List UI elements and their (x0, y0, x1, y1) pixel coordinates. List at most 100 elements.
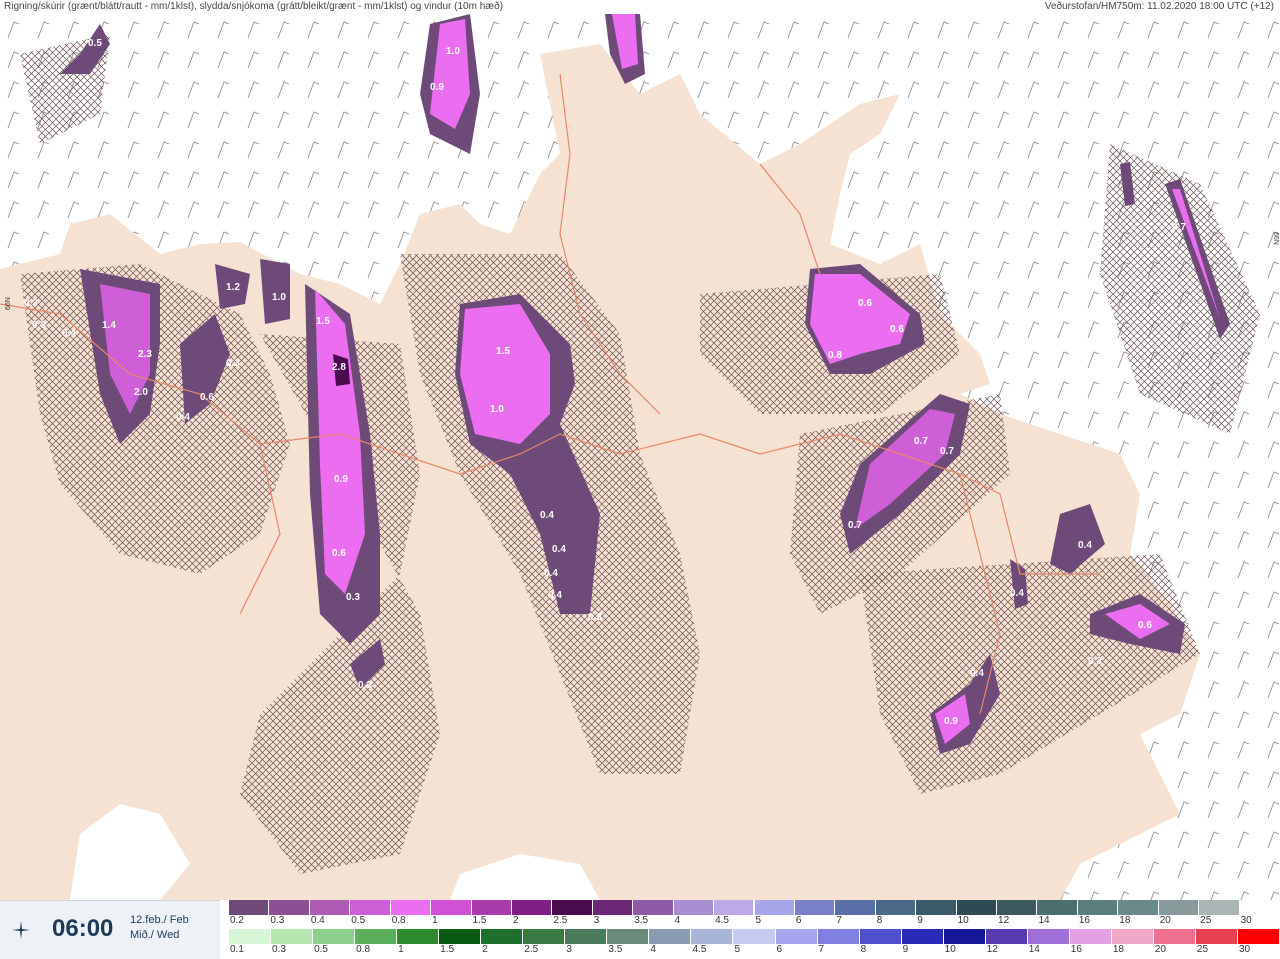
scale-label: 8 (860, 944, 867, 955)
value-label: 0.6 (890, 324, 904, 335)
value-label: 0.7 (940, 446, 954, 457)
scale-swatch (1077, 900, 1119, 915)
value-label: 1.0 (272, 292, 286, 303)
snow-colour-scale: 0.2 0.3 0.4 0.5 0.8 1 1.5 2 2.5 3 3.5 4 4.5 5 6 7 8 9 10 12… (229, 900, 1280, 928)
value-label: 0.4 (540, 510, 554, 521)
value-label: 0.3 (24, 298, 38, 309)
value-label: 0.4 (552, 544, 566, 555)
value-label: 0.7 (914, 436, 928, 447)
scale-swatch (511, 900, 553, 915)
value-label: 0.4 (1078, 540, 1092, 551)
scale-swatch (714, 900, 755, 915)
value-label: 0.3 (226, 358, 240, 369)
value-label: 0.4 (176, 412, 190, 423)
scale-label: 3.5 (608, 944, 623, 955)
value-label: 0.4 (970, 668, 984, 679)
scale-label: 2 (482, 944, 488, 955)
scale-swatch (229, 929, 272, 944)
scale-swatch (1239, 900, 1280, 915)
scale-swatch (1237, 929, 1280, 944)
time-panel: 06:00 12.feb./ Feb Mið./ Wed (0, 900, 220, 959)
scale-label: 25 (1196, 944, 1209, 955)
scale-swatch (817, 929, 860, 944)
scale-swatch (997, 900, 1038, 915)
scale-label: 2 (512, 915, 519, 926)
scale-swatch (943, 929, 986, 944)
scale-swatch (355, 929, 398, 944)
scale-label: 18 (1119, 915, 1131, 926)
scale-label: 6 (776, 944, 783, 955)
scale-swatch (390, 900, 432, 915)
weather-map: 0.5 1.0 0.9 0.3 0.3 0.4 1.4 2.3 2.0 1.2 … (0, 14, 1280, 900)
scale-swatch (794, 900, 836, 915)
legend-panel: 06:00 12.feb./ Feb Mið./ Wed 0.2 0.3 0.4 0.… (0, 900, 1280, 959)
scale-label: 0.4 (310, 915, 325, 926)
value-label: 0.7 (1172, 222, 1186, 233)
scale-label: 12 (998, 915, 1010, 926)
scale-label: 2.5 (524, 944, 539, 955)
scale-swatch (439, 929, 482, 944)
crosshair-star-icon (12, 921, 30, 939)
scale-label: 4 (674, 915, 681, 926)
value-label: 1.5 (316, 316, 330, 327)
scale-swatch (309, 900, 351, 915)
value-label: 0.6 (200, 392, 214, 403)
scale-swatch (775, 929, 818, 944)
scale-label: 12 (986, 944, 998, 955)
value-label: 0.5 (1250, 672, 1264, 683)
scale-label: 10 (944, 944, 956, 955)
value-label: 0.3 (1088, 656, 1102, 667)
scale-swatch (1118, 900, 1159, 915)
scale-swatch (431, 900, 472, 915)
scale-swatch (875, 900, 917, 915)
scale-swatch (916, 900, 957, 915)
scale-swatch (523, 929, 566, 944)
value-label: 0.6 (1138, 620, 1152, 631)
scale-label: 1 (398, 944, 404, 955)
scale-swatch (350, 900, 391, 915)
scale-label: 0.1 (230, 944, 244, 955)
scale-swatch (269, 900, 310, 915)
value-label: 0.9 (334, 474, 348, 485)
value-label: 0.6 (858, 298, 872, 309)
scale-label: 6 (795, 915, 802, 926)
scale-label: 14 (1028, 944, 1040, 955)
scale-label: 4.5 (715, 915, 729, 926)
scale-label: 9 (917, 915, 923, 926)
forecast-weekday: Mið./ Wed (130, 929, 180, 941)
value-label: 0.3 (588, 612, 602, 623)
scale-label: 3.5 (634, 915, 649, 926)
scale-swatch (901, 929, 944, 944)
scale-swatch (313, 929, 356, 944)
scale-label: 8 (876, 915, 883, 926)
scale-label: 3 (566, 944, 572, 955)
scale-label: 4.5 (692, 944, 707, 955)
scale-label: 0.3 (270, 915, 285, 926)
value-label: 0.6 (332, 548, 346, 559)
value-label: 0.8 (828, 350, 842, 361)
scale-swatch (471, 900, 512, 915)
value-label: 0.5 (88, 38, 102, 49)
scale-swatch (481, 929, 524, 944)
scale-label: 14 (1038, 915, 1050, 926)
scale-label: 0.8 (391, 915, 406, 926)
scale-swatch (673, 900, 715, 915)
value-label: 0.3 (358, 680, 372, 691)
scale-label: 20 (1154, 944, 1166, 955)
scale-label: 3 (593, 915, 600, 926)
scale-label: 0.3 (272, 944, 286, 955)
value-label: 2.3 (138, 349, 152, 360)
value-label: 0.4 (548, 590, 562, 601)
scale-label: 1.5 (472, 915, 487, 926)
scale-label: 4 (650, 944, 656, 955)
scale-swatch (1199, 900, 1240, 915)
scale-label: 9 (902, 944, 909, 955)
scale-swatch (956, 900, 998, 915)
scale-swatch (1195, 929, 1238, 944)
forecast-date: 12.feb./ Feb (130, 914, 189, 926)
scale-swatch (649, 929, 692, 944)
value-label: 0.4 (1010, 588, 1024, 599)
scale-label: 16 (1070, 944, 1082, 955)
scale-label: 10 (957, 915, 969, 926)
scale-swatch (1153, 929, 1196, 944)
